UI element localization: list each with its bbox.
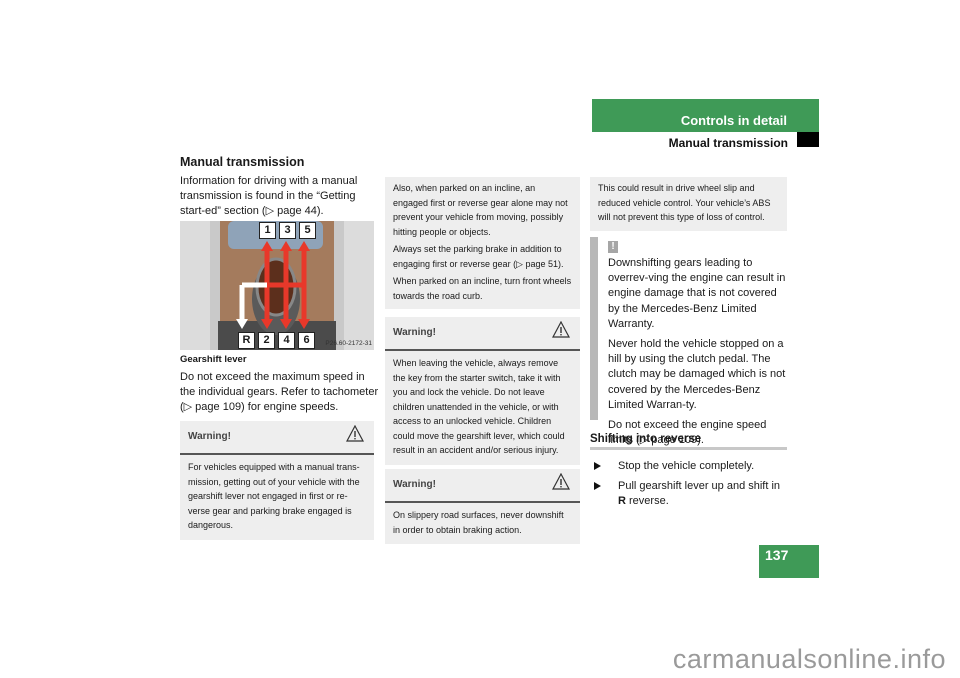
warning-continued-text: When parked on an incline, turn front wh… [393, 276, 572, 301]
warning-triangle-icon [346, 424, 364, 447]
warning-box: Warning! For vehicles equipped with a ma… [180, 421, 374, 540]
heading-shifting-into-reverse: Shifting into reverse [590, 433, 702, 445]
step-item: Pull gearshift lever up and shift in R r… [590, 479, 790, 509]
figure-code: P26.60-2172-31 [325, 340, 372, 347]
warning-text: For vehicles equipped with a manual tran… [188, 462, 360, 530]
warning-continued-box: This could result in drive wheel slip an… [590, 177, 787, 231]
warning-continued-text: Always set the parking brake in addition… [393, 244, 564, 269]
gearshift-illustration [180, 221, 374, 350]
gear-label: 4 [278, 332, 295, 349]
heading-rule [590, 447, 787, 450]
gear-labels-top: 1 3 5 [259, 222, 316, 239]
page-number-box: 137 [759, 545, 819, 578]
figure-caption: Gearshift lever [180, 354, 247, 365]
step-text: reverse. [625, 495, 669, 507]
gear-label: 3 [279, 222, 296, 239]
note-paragraph: Never hold the vehicle stopped on a hill… [608, 338, 786, 411]
warning-continued-text: Also, when parked on an incline, an enga… [393, 183, 568, 237]
subsection-title: Manual transmission [668, 136, 788, 150]
warning-box: Warning! On slippery road surfaces, neve… [385, 469, 580, 544]
watermark: carmanualsonline.info [672, 644, 946, 674]
note-bar [590, 237, 598, 420]
warning-header: Warning! [385, 469, 580, 503]
section-tab-marker [797, 132, 819, 147]
intro-paragraph: Information for driving with a manual tr… [180, 175, 358, 217]
bullet-triangle-icon [594, 462, 601, 470]
speed-note: Do not exceed the maximum speed in the i… [180, 371, 379, 413]
page-number: 137 [765, 547, 789, 563]
warning-triangle-icon [552, 472, 570, 495]
warning-continued-text: This could result in drive wheel slip an… [598, 183, 771, 222]
gear-labels-bottom: R 2 4 6 [238, 332, 315, 349]
gear-label: 5 [299, 222, 316, 239]
gear-r-label: R [618, 495, 626, 507]
warning-box: Warning! When leaving the vehicle, alway… [385, 317, 580, 465]
warning-header: Warning! [385, 317, 580, 351]
exclamation-icon: ! [608, 241, 618, 253]
gear-label: 6 [298, 332, 315, 349]
warning-triangle-icon [552, 320, 570, 343]
note-paragraph: Downshifting gears leading to overrev-vi… [608, 257, 786, 330]
section-title: Controls in detail [680, 113, 787, 128]
section-header-bar: Controls in detail [592, 99, 819, 132]
warning-title: Warning! [188, 431, 231, 442]
warning-title: Warning! [393, 327, 436, 338]
steps-list: Stop the vehicle completely. Pull gearsh… [590, 459, 790, 509]
gear-label: 1 [259, 222, 276, 239]
warning-header: Warning! [180, 421, 374, 455]
warning-text: On slippery road surfaces, never downshi… [393, 510, 564, 535]
note-text: Downshifting gears leading to overrev-vi… [608, 256, 788, 453]
bullet-triangle-icon [594, 482, 601, 490]
warning-title: Warning! [393, 479, 436, 490]
warning-text: When leaving the vehicle, always remove … [393, 358, 565, 455]
gear-label: R [238, 332, 255, 349]
heading-manual-transmission: Manual transmission [180, 155, 305, 169]
gearshift-figure: 1 3 5 R 2 4 6 P26.60-2172-31 [180, 221, 374, 350]
step-text: Stop the vehicle completely. [618, 460, 755, 472]
step-text: Pull gearshift lever up and shift in [618, 480, 781, 492]
gear-label: 2 [258, 332, 275, 349]
note-box: ! Downshifting gears leading to overrev-… [590, 237, 790, 446]
warning-continued-box: Also, when parked on an incline, an enga… [385, 177, 580, 309]
step-item: Stop the vehicle completely. [590, 459, 790, 474]
